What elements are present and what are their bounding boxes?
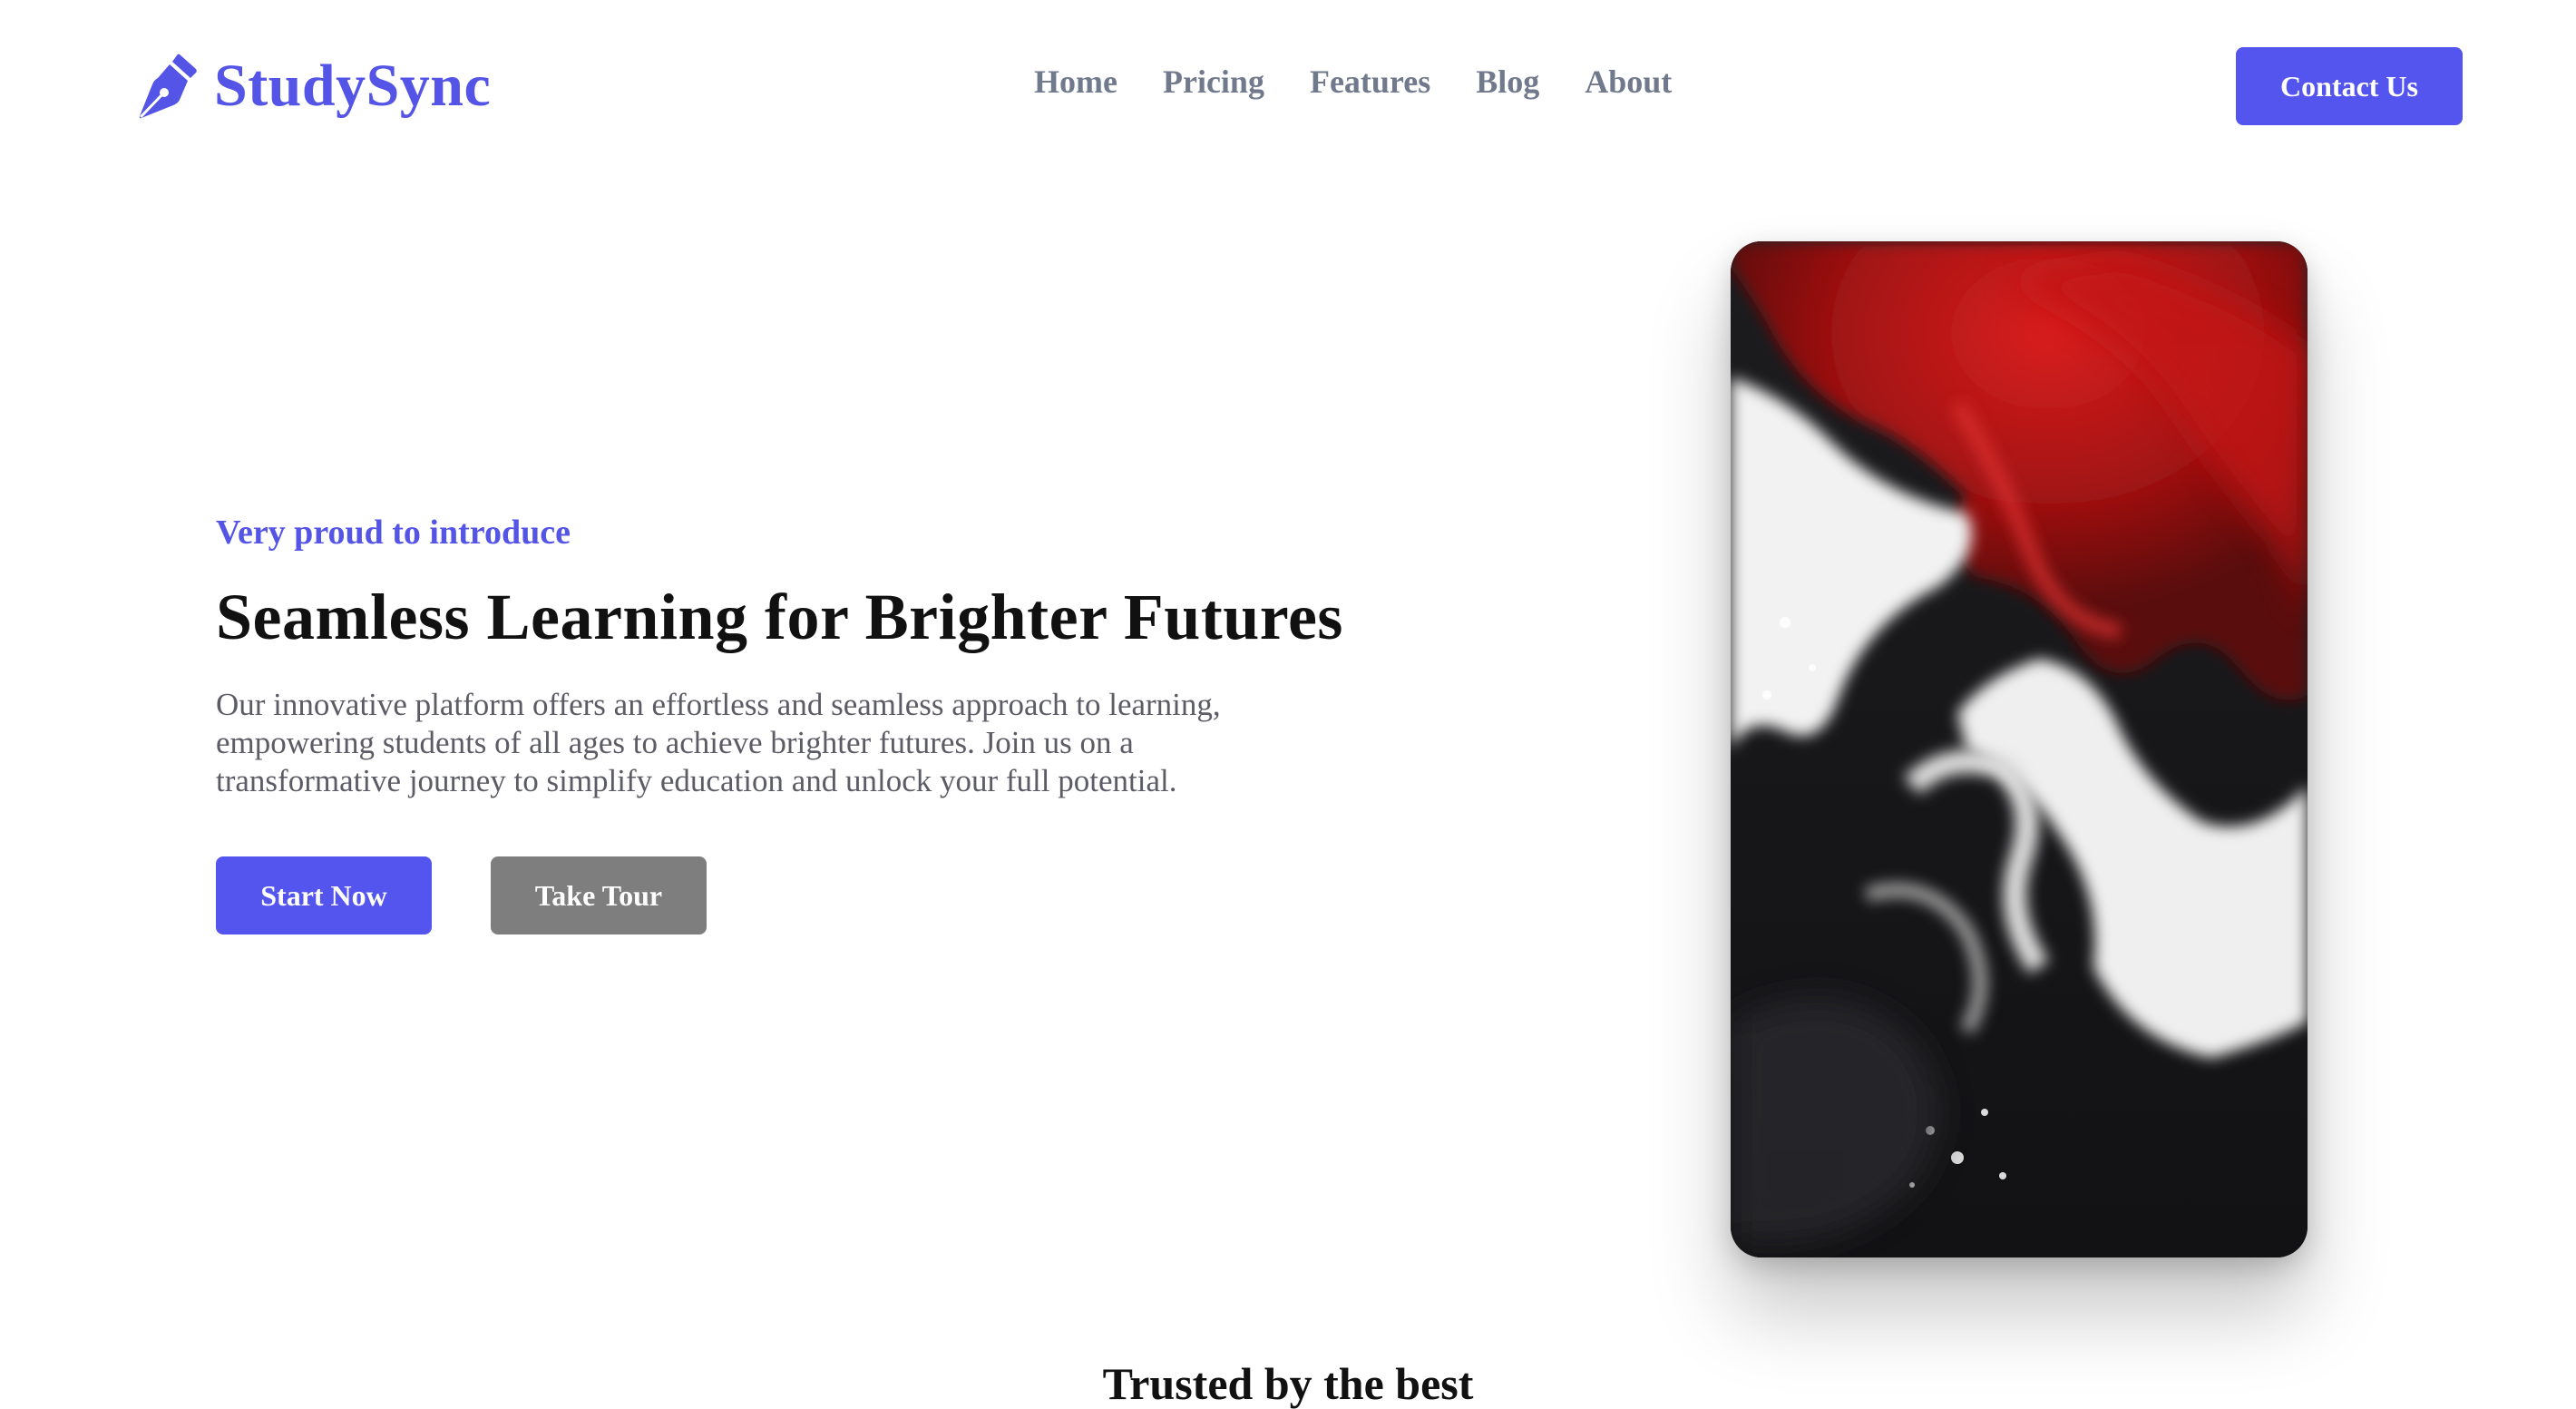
contact-us-button[interactable]: Contact Us <box>2236 47 2463 125</box>
brand-logo[interactable]: StudySync <box>136 53 491 120</box>
main-nav: Home Pricing Features Blog About <box>1034 65 1672 98</box>
nav-blog-link[interactable]: Blog <box>1476 65 1539 98</box>
hero-section: Very proud to introduce Seamless Learnin… <box>216 515 1395 934</box>
trusted-heading: Trusted by the best <box>1102 1358 1474 1409</box>
nav-about-link[interactable]: About <box>1585 65 1672 98</box>
brand-name: StudySync <box>214 53 492 119</box>
hero-actions: Start Now Take Tour <box>216 856 1395 934</box>
hero-eyebrow: Very proud to introduce <box>216 514 571 552</box>
start-now-button[interactable]: Start Now <box>216 856 432 934</box>
hero-headline: Seamless Learning for Brighter Futures <box>216 581 1343 653</box>
take-tour-button[interactable]: Take Tour <box>491 856 707 934</box>
nav-pricing-link[interactable]: Pricing <box>1163 65 1264 98</box>
hero-showcase-image <box>1731 241 2308 1257</box>
hero-description: Our innovative platform offers an effort… <box>216 687 1221 798</box>
nav-home-link[interactable]: Home <box>1034 65 1117 98</box>
fountain-pen-icon <box>136 53 198 120</box>
nav-features-link[interactable]: Features <box>1310 65 1430 98</box>
